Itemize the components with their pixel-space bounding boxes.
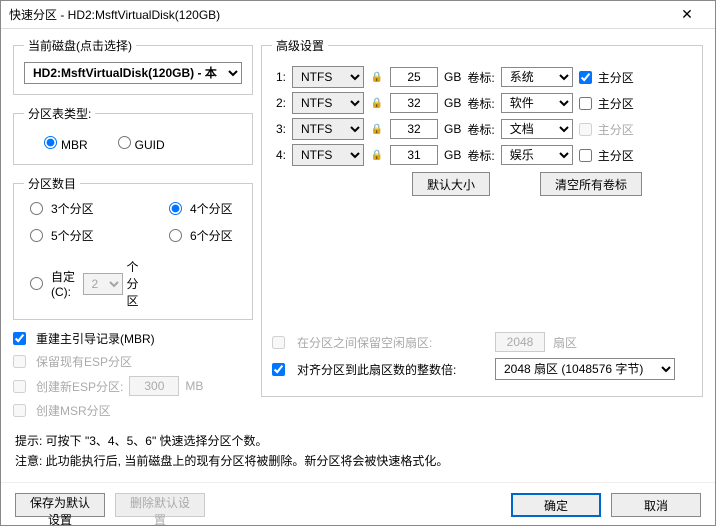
footer: 保存为默认设置 删除默认设置 确定 取消 — [1, 482, 715, 527]
rebuild-mbr-row: 重建主引导记录(MBR) — [13, 330, 253, 347]
primary-check — [579, 123, 592, 136]
custom-count-select[interactable]: 2 — [83, 273, 123, 295]
vol-select[interactable]: 软件 — [501, 93, 573, 113]
msr-row: 创建MSR分区 — [13, 402, 253, 419]
primary-check-label[interactable]: 主分区 — [579, 69, 634, 86]
disk-group: 当前磁盘(点击选择) HD2:MsftVirtualDisk(120GB) - … — [13, 37, 253, 95]
primary-check[interactable] — [579, 149, 592, 162]
lock-icon[interactable]: 🔒 — [370, 96, 384, 110]
row-index: 2: — [272, 96, 286, 110]
gap-row: 在分区之间保留空闲扇区: 扇区 — [272, 332, 692, 352]
primary-check-label[interactable]: 主分区 — [579, 147, 634, 164]
align-select[interactable]: 2048 扇区 (1048576 字节) — [495, 358, 675, 380]
gb-label: GB — [444, 122, 461, 136]
row-index: 3: — [272, 122, 286, 136]
primary-check[interactable] — [579, 71, 592, 84]
table-type-group: 分区表类型: MBR GUID — [13, 105, 253, 165]
gap-input — [495, 332, 545, 352]
primary-check-label: 主分区 — [579, 121, 634, 138]
content: 当前磁盘(点击选择) HD2:MsftVirtualDisk(120GB) - … — [1, 29, 715, 425]
radio-mbr[interactable]: MBR — [44, 136, 88, 152]
gap-check — [272, 336, 285, 349]
primary-check[interactable] — [579, 97, 592, 110]
size-input[interactable] — [390, 119, 438, 139]
row-index: 4: — [272, 148, 286, 162]
vol-label: 卷标: — [467, 147, 494, 164]
fs-select[interactable]: NTFS — [292, 144, 364, 166]
vol-label: 卷标: — [467, 95, 494, 112]
size-input[interactable] — [390, 145, 438, 165]
gb-label: GB — [444, 96, 461, 110]
vol-select[interactable]: 系统 — [501, 67, 573, 87]
cancel-button[interactable]: 取消 — [611, 493, 701, 517]
keep-esp-row: 保留现有ESP分区 — [13, 353, 253, 370]
fs-select[interactable]: NTFS — [292, 92, 364, 114]
default-size-button[interactable]: 默认大小 — [412, 172, 490, 196]
clear-labels-button[interactable]: 清空所有卷标 — [540, 172, 642, 196]
size-input[interactable] — [390, 93, 438, 113]
advanced-legend: 高级设置 — [272, 37, 328, 54]
msr-check — [13, 404, 26, 417]
lock-icon[interactable]: 🔒 — [370, 122, 384, 136]
ok-button[interactable]: 确定 — [511, 493, 601, 517]
fs-select[interactable]: NTFS — [292, 118, 364, 140]
table-type-legend: 分区表类型: — [24, 105, 95, 122]
radio-3[interactable]: 3个分区 — [30, 200, 149, 217]
partition-row-2: 2: NTFS 🔒 GB 卷标: 软件主分区 — [272, 92, 692, 114]
size-input[interactable] — [390, 67, 438, 87]
align-row: 对齐分区到此扇区数的整数倍: 2048 扇区 (1048576 字节) — [272, 358, 692, 380]
window-title: 快速分区 - HD2:MsftVirtualDisk(120GB) — [9, 6, 667, 23]
lock-icon[interactable]: 🔒 — [370, 148, 384, 162]
save-default-button[interactable]: 保存为默认设置 — [15, 493, 105, 517]
count-group: 分区数目 3个分区 4个分区 5个分区 6个分区 自定(C): 2 个分区 — [13, 175, 253, 320]
radio-4[interactable]: 4个分区 — [169, 200, 242, 217]
delete-default-button[interactable]: 删除默认设置 — [115, 493, 205, 517]
radio-guid[interactable]: GUID — [118, 136, 165, 152]
rebuild-mbr-check[interactable] — [13, 332, 26, 345]
close-icon[interactable]: ✕ — [667, 6, 707, 23]
vol-label: 卷标: — [467, 121, 494, 138]
gb-label: GB — [444, 70, 461, 84]
partition-row-3: 3: NTFS 🔒 GB 卷标: 文档主分区 — [272, 118, 692, 140]
radio-custom[interactable]: 自定(C): 2 个分区 — [30, 258, 149, 309]
advanced-group: 高级设置 1:NTFS🔒GB卷标:系统主分区2:NTFS🔒GB卷标:软件主分区3… — [261, 37, 703, 397]
vol-select[interactable]: 文档 — [501, 119, 573, 139]
disk-select[interactable]: HD2:MsftVirtualDisk(120GB) - 本 — [24, 62, 242, 84]
hints: 提示: 可按下 "3、4、5、6" 快速选择分区个数。 注意: 此功能执行后, … — [1, 425, 715, 476]
radio-6[interactable]: 6个分区 — [169, 227, 242, 244]
lock-icon[interactable]: 🔒 — [370, 70, 384, 84]
primary-check-label[interactable]: 主分区 — [579, 95, 634, 112]
new-esp-row: 创建新ESP分区: MB — [13, 376, 253, 396]
vol-select[interactable]: 娱乐 — [501, 145, 573, 165]
partition-row-4: 4: NTFS 🔒 GB 卷标: 娱乐主分区 — [272, 144, 692, 166]
radio-5[interactable]: 5个分区 — [30, 227, 149, 244]
new-esp-check — [13, 380, 26, 393]
hint-1: 提示: 可按下 "3、4、5、6" 快速选择分区个数。 — [15, 432, 701, 449]
titlebar: 快速分区 - HD2:MsftVirtualDisk(120GB) ✕ — [1, 1, 715, 29]
hint-2: 注意: 此功能执行后, 当前磁盘上的现有分区将被删除。新分区将会被快速格式化。 — [15, 452, 701, 469]
partition-row-1: 1: NTFS 🔒 GB 卷标: 系统主分区 — [272, 66, 692, 88]
left-pane: 当前磁盘(点击选择) HD2:MsftVirtualDisk(120GB) - … — [13, 37, 253, 425]
row-index: 1: — [272, 70, 286, 84]
gb-label: GB — [444, 148, 461, 162]
disk-legend: 当前磁盘(点击选择) — [24, 37, 136, 54]
right-pane: 高级设置 1:NTFS🔒GB卷标:系统主分区2:NTFS🔒GB卷标:软件主分区3… — [253, 37, 703, 425]
count-legend: 分区数目 — [24, 175, 80, 192]
align-check[interactable] — [272, 363, 285, 376]
keep-esp-check — [13, 355, 26, 368]
fs-select[interactable]: NTFS — [292, 66, 364, 88]
vol-label: 卷标: — [467, 69, 494, 86]
new-esp-size — [129, 376, 179, 396]
